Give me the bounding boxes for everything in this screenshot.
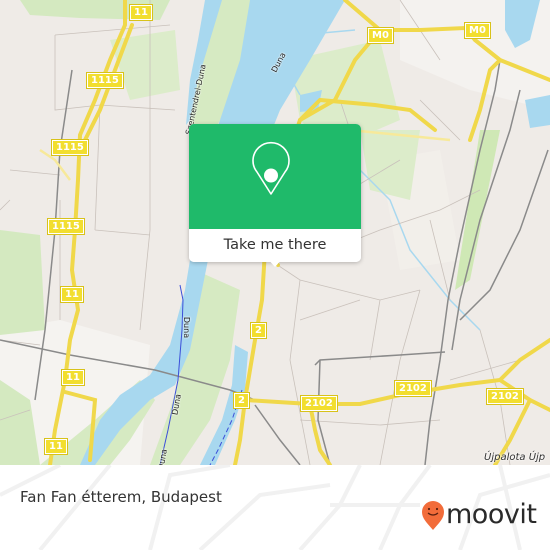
map-view[interactable]: 11 1115 1115 1115 11 11 11 M0 M0 2 2 210… (0, 0, 550, 465)
road-shield-1115: 1115 (86, 72, 124, 89)
popup-pointer (267, 258, 283, 267)
road-shield-m0: M0 (464, 22, 491, 39)
popup-header[interactable] (189, 124, 361, 229)
river-label-duna: Duna (182, 316, 192, 339)
road-shield-m0: M0 (367, 27, 394, 44)
road-shield-11: 11 (129, 4, 153, 21)
road-shield-11: 11 (61, 369, 85, 386)
place-title: Fan Fan étterem, Budapest (20, 488, 222, 506)
moovit-wordmark: moovit (446, 499, 537, 530)
moovit-logo[interactable]: moovit (420, 500, 540, 534)
road-shield-2: 2 (233, 392, 250, 409)
road-shield-11: 11 (44, 438, 68, 455)
road-shield-1115: 1115 (47, 218, 85, 235)
park-area (0, 230, 45, 335)
location-pin-icon (252, 141, 290, 195)
road-shield-1115: 1115 (51, 139, 89, 156)
road-shield-2102: 2102 (394, 380, 432, 397)
road-shield-2102: 2102 (300, 395, 338, 412)
destination-popup[interactable]: Take me there (189, 124, 361, 267)
place-label-ujpalota: Újpalota Újp (484, 452, 546, 463)
road-shield-2102: 2102 (486, 388, 524, 405)
road-shield-11: 11 (60, 286, 84, 303)
moovit-logo-icon (422, 501, 444, 530)
road-shield-2: 2 (250, 322, 267, 339)
